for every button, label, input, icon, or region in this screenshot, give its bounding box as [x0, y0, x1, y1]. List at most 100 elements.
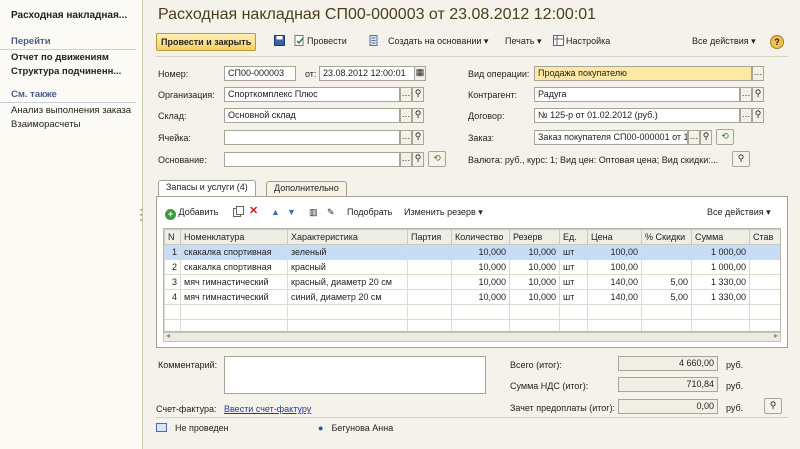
search-icon[interactable]: ⚲: [752, 108, 764, 123]
create-based-on-menu[interactable]: Создать на основании ▾: [384, 33, 492, 51]
sidebar-item-order-analysis[interactable]: Анализ выполнения заказа: [0, 103, 142, 117]
ellipsis-icon[interactable]: …: [740, 87, 752, 102]
table-cell[interactable]: [641, 259, 692, 275]
column-header[interactable]: Ед.: [559, 229, 588, 245]
help-icon[interactable]: ?: [770, 35, 784, 49]
change-reserve-menu[interactable]: Изменить резерв ▾: [400, 204, 487, 222]
tab-goods-services[interactable]: Запасы и услуги (4): [158, 180, 256, 196]
table-cell[interactable]: [407, 244, 452, 260]
search-icon[interactable]: ⚲: [752, 87, 764, 102]
column-header[interactable]: Цена: [587, 229, 642, 245]
table-cell[interactable]: скакалка спортивная: [180, 259, 288, 275]
number-field[interactable]: СП00-000003: [224, 66, 296, 81]
table-cell[interactable]: 1 330,00: [691, 289, 750, 305]
tab-additional[interactable]: Дополнительно: [266, 181, 347, 196]
table-cell[interactable]: 18%: [749, 259, 780, 275]
table-cell[interactable]: [407, 289, 452, 305]
search-icon[interactable]: ⚲: [412, 108, 424, 123]
barcode-icon[interactable]: ▥: [305, 204, 322, 222]
column-header[interactable]: Характеристика: [287, 229, 408, 245]
table-cell[interactable]: шт: [559, 244, 588, 260]
search-icon[interactable]: ⚲: [732, 151, 750, 167]
contract-field[interactable]: № 125-р от 01.02.2012 (руб.): [534, 108, 740, 123]
search-icon[interactable]: ⚲: [412, 87, 424, 102]
add-row-button[interactable]: + Добавить: [161, 204, 222, 222]
print-menu[interactable]: Печать ▾: [501, 33, 546, 51]
table-cell[interactable]: 100,00: [587, 244, 642, 260]
table-cell[interactable]: 4: [164, 289, 181, 305]
table-cell[interactable]: [641, 244, 692, 260]
ellipsis-icon[interactable]: …: [400, 130, 412, 145]
table-cell[interactable]: зеленый: [287, 244, 408, 260]
table-cell[interactable]: 1: [164, 244, 181, 260]
table-cell[interactable]: 10,000: [451, 289, 510, 305]
table-cell[interactable]: 5,00: [641, 274, 692, 290]
move-up-icon[interactable]: ▲: [267, 204, 284, 222]
splitter-handle[interactable]: ▪ ▪ ▪: [140, 207, 144, 224]
table-row[interactable]: 4 мяч гимнастический синий, диаметр 20 см 1…: [164, 289, 780, 305]
scanner-icon[interactable]: ✎: [323, 204, 339, 222]
table-cell[interactable]: [407, 259, 452, 275]
currency-info-link[interactable]: Валюта: руб., курс: 1; Вид цен: Оптовая …: [468, 155, 728, 165]
table-cell[interactable]: 18%: [749, 274, 780, 290]
table-cell[interactable]: мяч гимнастический: [180, 289, 288, 305]
ellipsis-icon[interactable]: …: [400, 87, 412, 102]
table-cell[interactable]: скакалка спортивная: [180, 244, 288, 260]
table-cell[interactable]: 10,000: [451, 244, 510, 260]
date-field[interactable]: 23.08.2012 12:00:01: [319, 66, 415, 81]
warehouse-field[interactable]: Основной склад: [224, 108, 400, 123]
operation-type-field[interactable]: Продажа покупателю: [534, 66, 752, 81]
table-cell[interactable]: 3: [164, 274, 181, 290]
all-actions-menu[interactable]: Все действия ▾: [688, 33, 760, 51]
search-icon[interactable]: ⚲: [412, 130, 424, 145]
table-cell[interactable]: шт: [559, 274, 588, 290]
horizontal-scrollbar[interactable]: ◂ ▸: [163, 331, 781, 342]
table-cell[interactable]: 18%: [749, 289, 780, 305]
delete-row-icon[interactable]: ✕: [245, 204, 262, 222]
search-icon[interactable]: ⚲: [700, 130, 712, 145]
table-cell[interactable]: [407, 274, 452, 290]
save-button[interactable]: [270, 33, 291, 51]
ellipsis-icon[interactable]: …: [688, 130, 700, 145]
table-cell[interactable]: 1 000,00: [691, 259, 750, 275]
column-header[interactable]: Партия: [407, 229, 452, 245]
calendar-icon[interactable]: ▦: [414, 66, 426, 81]
post-button[interactable]: Провести: [290, 33, 351, 51]
table-row[interactable]: 1 скакалка спортивная зеленый 10,000 10,000 ш…: [164, 244, 780, 260]
table-cell[interactable]: 10,000: [509, 274, 560, 290]
scroll-left-icon[interactable]: ◂: [166, 331, 170, 340]
post-and-close-button[interactable]: Провести и закрыть: [156, 33, 257, 51]
move-down-icon[interactable]: ▼: [283, 204, 300, 222]
sidebar-item-subordination-structure[interactable]: Структура подчиненн...: [0, 64, 142, 78]
table-cell[interactable]: 10,000: [509, 289, 560, 305]
table-cell[interactable]: синий, диаметр 20 см: [287, 289, 408, 305]
document-list-button[interactable]: [364, 33, 385, 51]
table-cell[interactable]: 10,000: [451, 259, 510, 275]
enter-invoice-link-text[interactable]: Ввести счет-фактуру: [224, 404, 311, 414]
table-row[interactable]: 3 мяч гимнастический красный, диаметр 20 с…: [164, 274, 780, 290]
column-header[interactable]: Номенклатура: [180, 229, 288, 245]
column-header[interactable]: N: [164, 229, 181, 245]
order-field[interactable]: Заказ покупателя СП00-000001 от 10.08.2: [534, 130, 688, 145]
ellipsis-icon[interactable]: …: [400, 108, 412, 123]
table-cell[interactable]: 140,00: [587, 274, 642, 290]
table-cell[interactable]: 1 000,00: [691, 244, 750, 260]
table-cell[interactable]: красный, диаметр 20 см: [287, 274, 408, 290]
select-items-button[interactable]: Подобрать: [343, 204, 396, 222]
comment-field[interactable]: [224, 356, 486, 394]
enter-invoice-link[interactable]: Ввести счет-фактуру: [224, 404, 311, 414]
column-header[interactable]: Количество: [451, 229, 510, 245]
ellipsis-icon[interactable]: …: [752, 66, 764, 81]
contractor-field[interactable]: Радуга: [534, 87, 740, 102]
column-header[interactable]: Резерв: [509, 229, 560, 245]
table-all-actions-menu[interactable]: Все действия ▾: [703, 204, 775, 222]
table-cell[interactable]: шт: [559, 259, 588, 275]
organization-field[interactable]: Спорткомплекс Плюс: [224, 87, 400, 102]
search-icon[interactable]: ⚲: [764, 398, 782, 414]
table-cell[interactable]: 5,00: [641, 289, 692, 305]
table-cell[interactable]: 18%: [749, 244, 780, 260]
table-cell[interactable]: красный: [287, 259, 408, 275]
refresh-icon[interactable]: ⟲: [716, 129, 734, 145]
sidebar-item-movements-report[interactable]: Отчет по движениям: [0, 50, 142, 64]
table-cell[interactable]: 2: [164, 259, 181, 275]
